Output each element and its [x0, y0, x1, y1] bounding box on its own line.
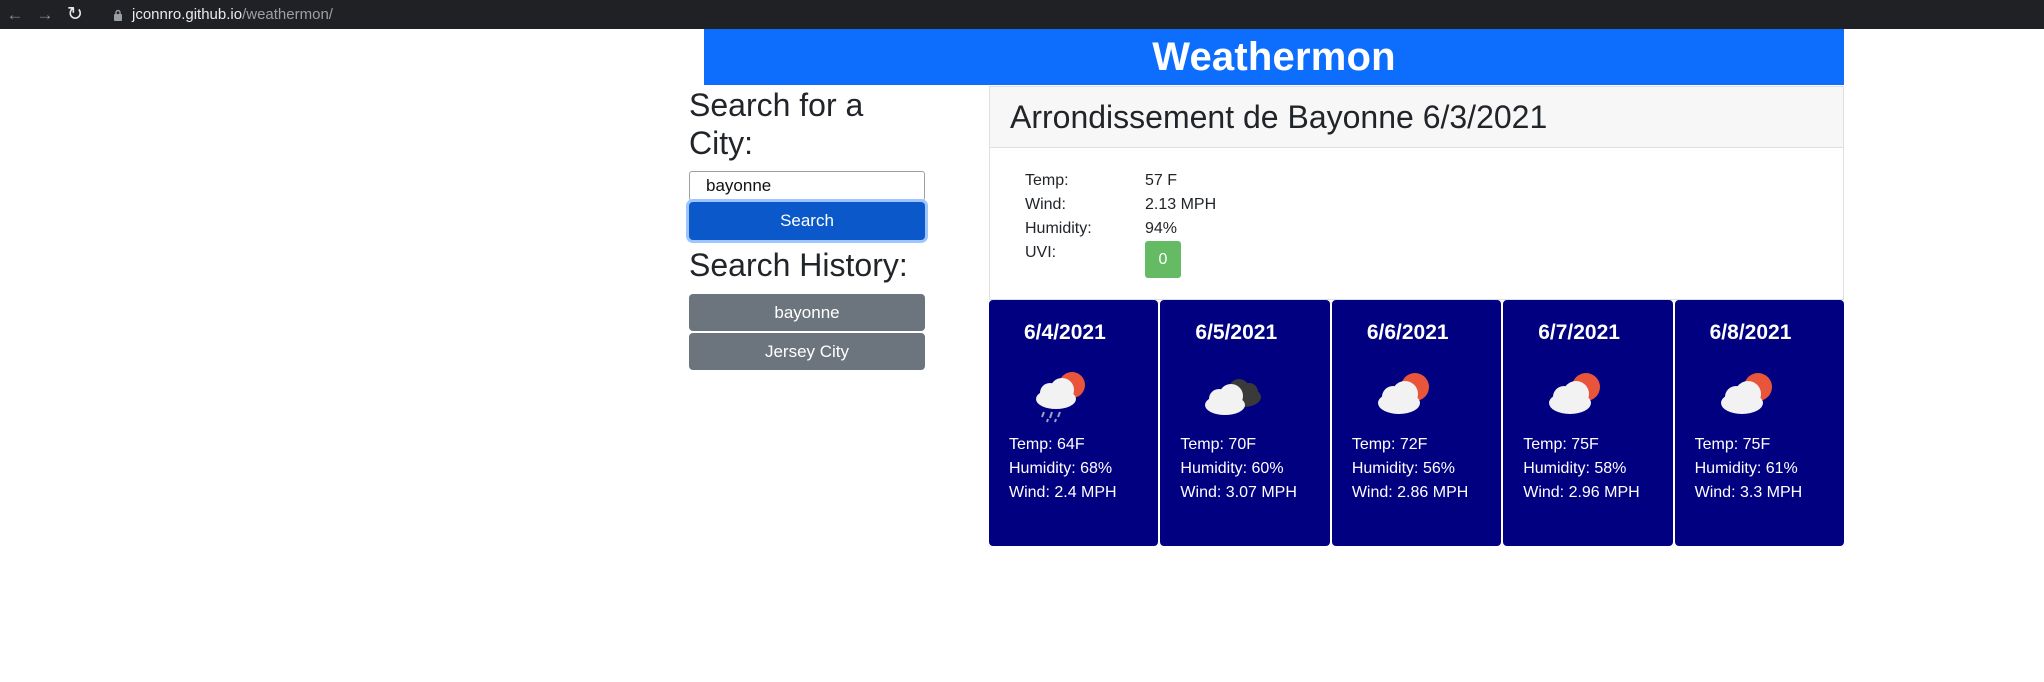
forecast-date: 6/5/2021 [1195, 321, 1278, 344]
current-stats: Temp: 57 F Wind: 2.13 MPH Humidity: 94% … [990, 148, 1843, 278]
wind-row: Wind: 2.13 MPH [1025, 193, 1843, 217]
search-panel: Search for a City: Search Search History… [689, 86, 925, 370]
forecast-row: 6/4/2021 Temp: 64F Humidity: 68% Wind: 2… [989, 300, 1845, 546]
partly-cloudy-icon [1377, 373, 1429, 414]
address-bar[interactable]: jconnro.github.io/weathermon/ [132, 6, 333, 23]
url-path: /weathermon/ [242, 6, 333, 23]
forecast-humidity: Humidity: 68% [1009, 460, 1113, 477]
current-weather-card: Arrondissement de Bayonne 6/3/2021 Temp:… [989, 86, 1844, 300]
forecast-card: 6/5/2021 Temp: 70F Humidity: 60% Wind: 3… [1160, 300, 1330, 546]
forecast-humidity: Humidity: 60% [1180, 460, 1284, 477]
lock-icon[interactable] [108, 0, 128, 29]
search-button[interactable]: Search [689, 202, 925, 240]
humidity-label: Humidity: [1025, 220, 1092, 237]
temp-value: 57 F [1145, 172, 1178, 189]
forecast-date: 6/7/2021 [1538, 321, 1620, 344]
forecast-wind: Wind: 2.4 MPH [1009, 484, 1117, 501]
cloudy-icon [1205, 379, 1262, 415]
forecast-date: 6/4/2021 [1024, 321, 1106, 344]
temp-row: Temp: 57 F [1025, 169, 1843, 193]
forecast-details: Temp: 70F Humidity: 60% Wind: 3.07 MPH [1180, 433, 1329, 505]
forecast-temp: Temp: 72F [1351, 436, 1428, 453]
forecast-details: Temp: 75F Humidity: 61% Wind: 3.3 MPH [1695, 433, 1844, 505]
forecast-humidity: Humidity: 56% [1351, 460, 1455, 477]
reload-icon[interactable]: ↻ [60, 0, 90, 29]
forecast-wind: Wind: 2.86 MPH [1351, 484, 1469, 501]
forecast-date: 6/6/2021 [1366, 321, 1449, 344]
humidity-value: 94% [1145, 220, 1178, 237]
forecast-details: Temp: 72F Humidity: 56% Wind: 2.86 MPH [1352, 433, 1501, 505]
current-weather-header: Arrondissement de Bayonne 6/3/2021 [990, 87, 1843, 148]
forecast-temp: Temp: 75F [1523, 436, 1599, 453]
app-header: Weathermon [704, 29, 1844, 85]
forecast-card: 6/8/2021 Temp: 75F Humidity: 61% Wind: 3… [1674, 300, 1845, 546]
forecast-details: Temp: 75F Humidity: 58% Wind: 2.96 MPH [1523, 433, 1672, 505]
wind-label: Wind: [1025, 196, 1066, 213]
forecast-card: 6/4/2021 Temp: 64F Humidity: 68% Wind: 2… [989, 300, 1159, 546]
uvi-label: UVI: [1025, 244, 1057, 261]
forward-icon[interactable]: → [30, 0, 60, 29]
browser-toolbar: ← → ↻ jconnro.github.io/weathermon/ [0, 0, 2044, 29]
forecast-humidity: Humidity: 58% [1523, 460, 1627, 477]
humidity-row: Humidity: 94% [1025, 217, 1843, 241]
forecast-temp: Temp: 75F [1694, 436, 1771, 453]
forecast-temp: Temp: 70F [1180, 436, 1256, 453]
uvi-badge: 0 [1145, 241, 1181, 278]
forecast-wind: Wind: 2.96 MPH [1523, 484, 1640, 501]
forecast-date: 6/8/2021 [1709, 321, 1792, 344]
history-item-bayonne[interactable]: bayonne [689, 294, 925, 331]
partly-cloudy-icon [1549, 373, 1601, 414]
back-icon[interactable]: ← [0, 0, 30, 29]
forecast-wind: Wind: 3.07 MPH [1180, 484, 1297, 501]
url-host: jconnro.github.io [132, 6, 243, 23]
app-title: Weathermon [1152, 34, 1396, 79]
search-history-heading: Search History: [689, 247, 908, 283]
forecast-card: 6/6/2021 Temp: 72F Humidity: 56% Wind: 2… [1331, 300, 1502, 546]
uvi-row: UVI: 0 [1025, 241, 1843, 278]
history-item-jersey-city[interactable]: Jersey City [689, 333, 925, 370]
cloud-sun-rain-icon [1036, 372, 1085, 423]
current-city-title: Arrondissement de Bayonne 6/3/2021 [1010, 98, 1548, 135]
forecast-temp: Temp: 64F [1009, 436, 1085, 453]
wind-value: 2.13 MPH [1145, 196, 1217, 213]
forecast-wind: Wind: 3.3 MPH [1694, 484, 1803, 501]
search-heading: Search for a City: [689, 87, 864, 161]
forecast-card: 6/7/2021 Temp: 75F Humidity: 58% Wind: 2… [1503, 300, 1673, 546]
temp-label: Temp: [1025, 172, 1069, 189]
city-search-input[interactable] [689, 171, 925, 201]
forecast-details: Temp: 64F Humidity: 68% Wind: 2.4 MPH [1009, 433, 1158, 505]
forecast-humidity: Humidity: 61% [1694, 460, 1798, 477]
partly-cloudy-icon [1720, 373, 1772, 414]
